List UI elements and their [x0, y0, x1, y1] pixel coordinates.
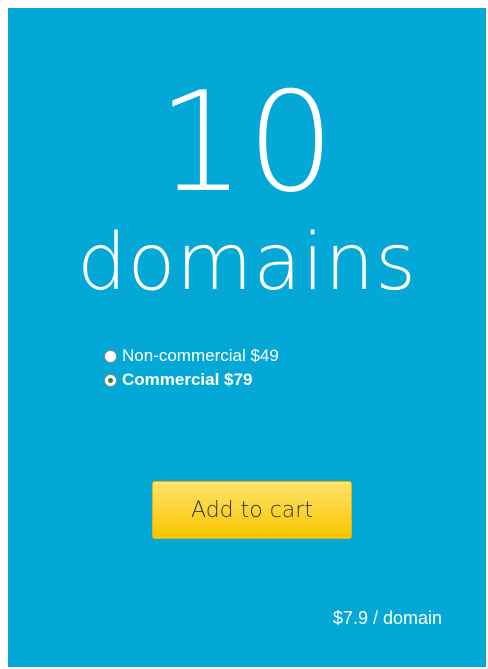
domain-unit-label: domains [77, 218, 417, 308]
radio-commercial[interactable] [104, 373, 117, 387]
pricing-card: 10 domains Non-commercial $49 Commercial… [8, 8, 486, 667]
price-per-domain: $7.9 / domain [332, 608, 442, 628]
license-options: Non-commercial $49 Commercial $79 [104, 344, 279, 392]
option-commercial[interactable]: Commercial $79 [104, 368, 279, 392]
option-non-commercial[interactable]: Non-commercial $49 [104, 344, 279, 368]
add-to-cart-button[interactable]: Add to cart [152, 481, 352, 539]
option-label-non-commercial: Non-commercial $49 [122, 346, 279, 365]
radio-non-commercial[interactable] [104, 349, 117, 363]
option-label-commercial: Commercial $79 [122, 370, 253, 389]
domain-count: 10 [157, 62, 337, 223]
